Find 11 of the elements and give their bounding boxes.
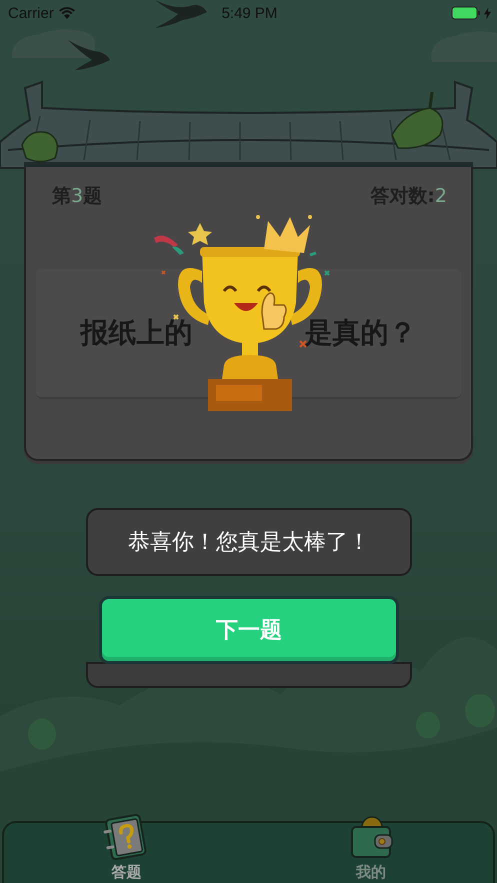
tab[interactable]: 答题 <box>4 799 248 883</box>
swallow-drawing <box>155 0 207 28</box>
battery-icon <box>451 6 481 20</box>
tab[interactable]: 我的 <box>248 799 493 883</box>
charging-icon <box>484 6 491 20</box>
carrier-name: Carrier <box>8 4 54 22</box>
congratulation-message: 恭喜你！您真是太棒了！ <box>86 508 412 576</box>
swallow-drawing <box>68 40 110 70</box>
wifi-icon <box>58 7 75 19</box>
next-question-button[interactable]: 下一题 <box>99 596 399 664</box>
status-time: 5:49 PM <box>222 4 278 22</box>
